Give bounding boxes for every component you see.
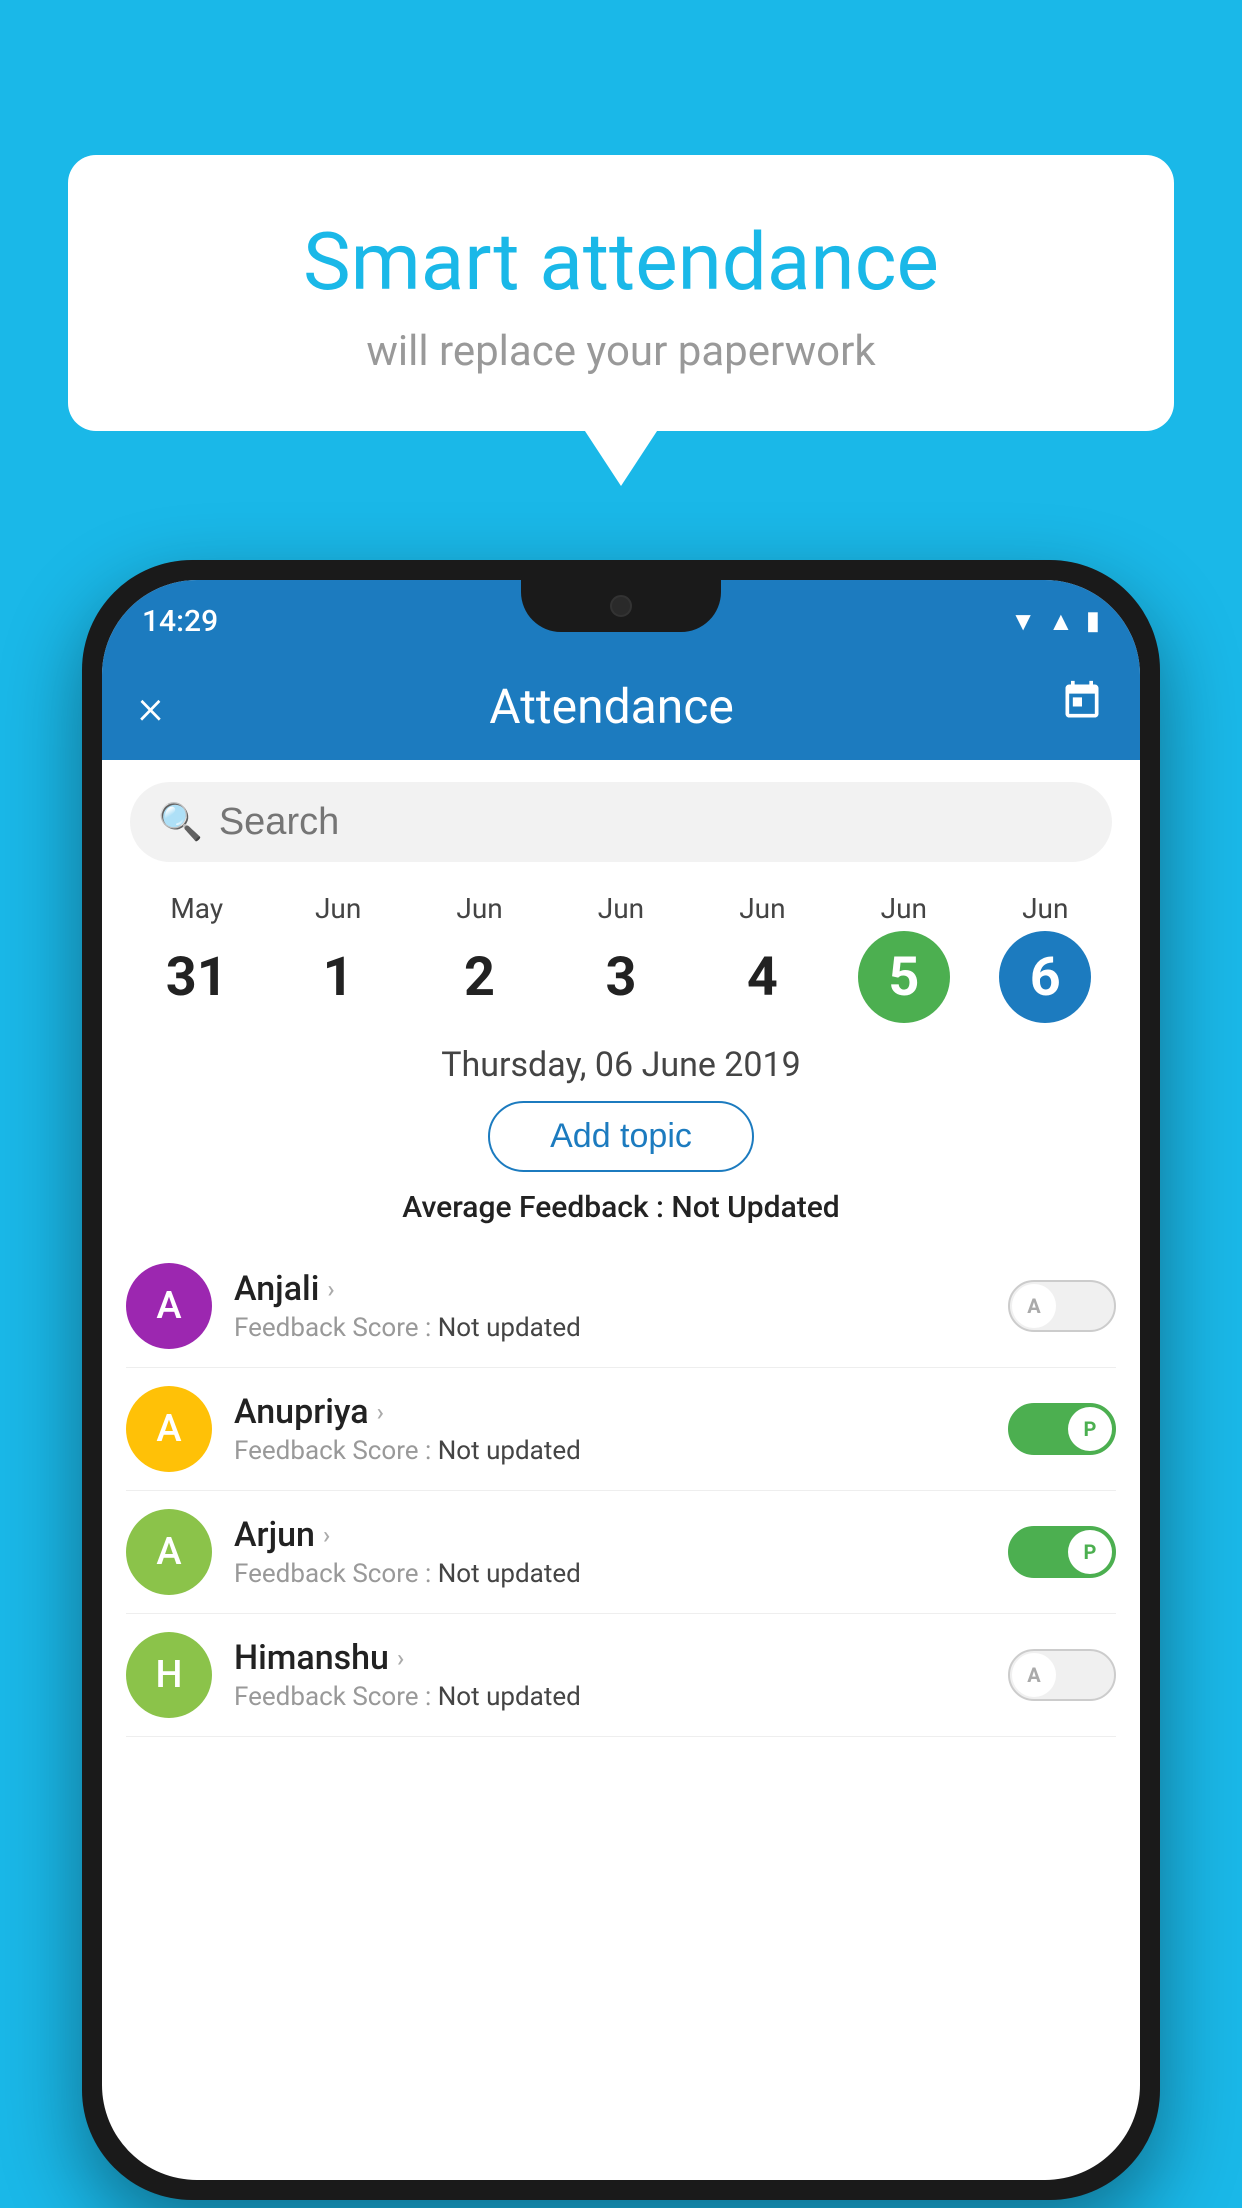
calendar-day-item[interactable]: Jun 2: [409, 892, 550, 1023]
student-item[interactable]: A Anjali › Feedback Score : Not updated A: [126, 1245, 1116, 1368]
attendance-toggle[interactable]: A: [1008, 1649, 1116, 1701]
calendar-day-item[interactable]: Jun 1: [267, 892, 408, 1023]
student-name: Anjali ›: [234, 1269, 986, 1309]
cal-month-label: Jun: [1022, 892, 1068, 925]
feedback-value: Not updated: [438, 1559, 581, 1589]
cal-month-label: Jun: [456, 892, 502, 925]
student-info: Anupriya › Feedback Score : Not updated: [234, 1392, 986, 1466]
toggle-thumb: P: [1068, 1407, 1112, 1451]
selected-date: Thursday, 06 June 2019: [102, 1045, 1140, 1085]
toggle-track: P: [1008, 1526, 1116, 1578]
search-icon: 🔍: [158, 801, 203, 843]
student-avatar: A: [126, 1386, 212, 1472]
attendance-toggle[interactable]: A: [1008, 1280, 1116, 1332]
calendar-row: May 31 Jun 1 Jun 2 Jun 3 Jun 4 Jun 5 Jun 6: [102, 884, 1140, 1023]
phone-notch: [521, 580, 721, 632]
student-list: AAnjali ›Feedback Score : Not updatedAAA…: [102, 1245, 1140, 1737]
avg-feedback: Average Feedback : Not Updated: [102, 1190, 1140, 1225]
student-avatar: A: [126, 1263, 212, 1349]
student-info: Anjali › Feedback Score : Not updated: [234, 1269, 986, 1343]
avg-feedback-label: Average Feedback :: [402, 1190, 671, 1225]
feedback-value: Not updated: [438, 1682, 581, 1712]
cal-day-number[interactable]: 3: [575, 931, 667, 1023]
student-feedback: Feedback Score : Not updated: [234, 1436, 986, 1466]
student-info: Himanshu › Feedback Score : Not updated: [234, 1638, 986, 1712]
phone-frame: 14:29 ▼ ▲ ▮ × Attendance 🔍: [82, 560, 1160, 2200]
toggle-thumb: A: [1012, 1653, 1056, 1697]
chevron-right-icon: ›: [377, 1398, 384, 1426]
cal-day-number[interactable]: 1: [292, 931, 384, 1023]
screen-content: 🔍 May 31 Jun 1 Jun 2 Jun 3 Jun 4 Jun 5 Jun 6 Thursday…: [102, 760, 1140, 1737]
wifi-icon: ▼: [1010, 606, 1036, 637]
camera-dot: [610, 595, 632, 617]
student-feedback: Feedback Score : Not updated: [234, 1559, 986, 1589]
student-name: Anupriya ›: [234, 1392, 986, 1432]
calendar-day-item[interactable]: Jun 4: [692, 892, 833, 1023]
student-avatar: H: [126, 1632, 212, 1718]
attendance-toggle[interactable]: P: [1008, 1526, 1116, 1578]
feedback-value: Not updated: [438, 1313, 581, 1343]
student-feedback: Feedback Score : Not updated: [234, 1682, 986, 1712]
close-button[interactable]: ×: [138, 678, 163, 735]
attendance-toggle[interactable]: P: [1008, 1403, 1116, 1455]
avg-feedback-value: Not Updated: [671, 1190, 839, 1225]
cal-month-label: May: [170, 892, 223, 925]
student-item[interactable]: H Himanshu › Feedback Score : Not updated A: [126, 1614, 1116, 1737]
chevron-right-icon: ›: [397, 1644, 404, 1672]
student-item[interactable]: A Anupriya › Feedback Score : Not updated P: [126, 1368, 1116, 1491]
calendar-day-item[interactable]: Jun 5: [833, 892, 974, 1023]
cal-day-number[interactable]: 31: [151, 931, 243, 1023]
toggle-track: A: [1008, 1280, 1116, 1332]
student-feedback: Feedback Score : Not updated: [234, 1313, 986, 1343]
toggle-thumb: P: [1068, 1530, 1112, 1574]
feedback-value: Not updated: [438, 1436, 581, 1466]
search-input[interactable]: [219, 801, 1084, 844]
toggle-thumb: A: [1012, 1284, 1056, 1328]
status-time: 14:29: [142, 604, 218, 639]
add-topic-button[interactable]: Add topic: [488, 1101, 754, 1172]
phone-inner: 14:29 ▼ ▲ ▮ × Attendance 🔍: [102, 580, 1140, 2180]
student-name: Arjun ›: [234, 1515, 986, 1555]
cal-month-label: Jun: [315, 892, 361, 925]
calendar-day-item[interactable]: May 31: [126, 892, 267, 1023]
cal-day-number[interactable]: 6: [999, 931, 1091, 1023]
calendar-icon: [1060, 679, 1104, 723]
toggle-track: P: [1008, 1403, 1116, 1455]
calendar-button[interactable]: [1060, 679, 1104, 733]
cal-month-label: Jun: [598, 892, 644, 925]
cal-month-label: Jun: [881, 892, 927, 925]
cal-day-number[interactable]: 5: [858, 931, 950, 1023]
student-info: Arjun › Feedback Score : Not updated: [234, 1515, 986, 1589]
calendar-day-item[interactable]: Jun 3: [550, 892, 691, 1023]
student-name: Himanshu ›: [234, 1638, 986, 1678]
student-avatar: A: [126, 1509, 212, 1595]
cal-day-number[interactable]: 2: [434, 931, 526, 1023]
app-header: × Attendance: [102, 652, 1140, 760]
bubble-subtitle: will replace your paperwork: [118, 327, 1124, 376]
student-item[interactable]: A Arjun › Feedback Score : Not updated P: [126, 1491, 1116, 1614]
search-bar[interactable]: 🔍: [130, 782, 1112, 862]
status-icons: ▼ ▲ ▮: [1010, 606, 1100, 637]
bubble-title: Smart attendance: [118, 215, 1124, 309]
speech-bubble-container: Smart attendance will replace your paper…: [68, 155, 1174, 431]
battery-icon: ▮: [1086, 606, 1100, 636]
chevron-right-icon: ›: [327, 1275, 334, 1303]
cal-month-label: Jun: [739, 892, 785, 925]
calendar-day-item[interactable]: Jun 6: [975, 892, 1116, 1023]
header-title: Attendance: [163, 678, 1060, 735]
signal-icon: ▲: [1048, 606, 1074, 637]
toggle-track: A: [1008, 1649, 1116, 1701]
chevron-right-icon: ›: [323, 1521, 330, 1549]
cal-day-number[interactable]: 4: [716, 931, 808, 1023]
speech-bubble: Smart attendance will replace your paper…: [68, 155, 1174, 431]
